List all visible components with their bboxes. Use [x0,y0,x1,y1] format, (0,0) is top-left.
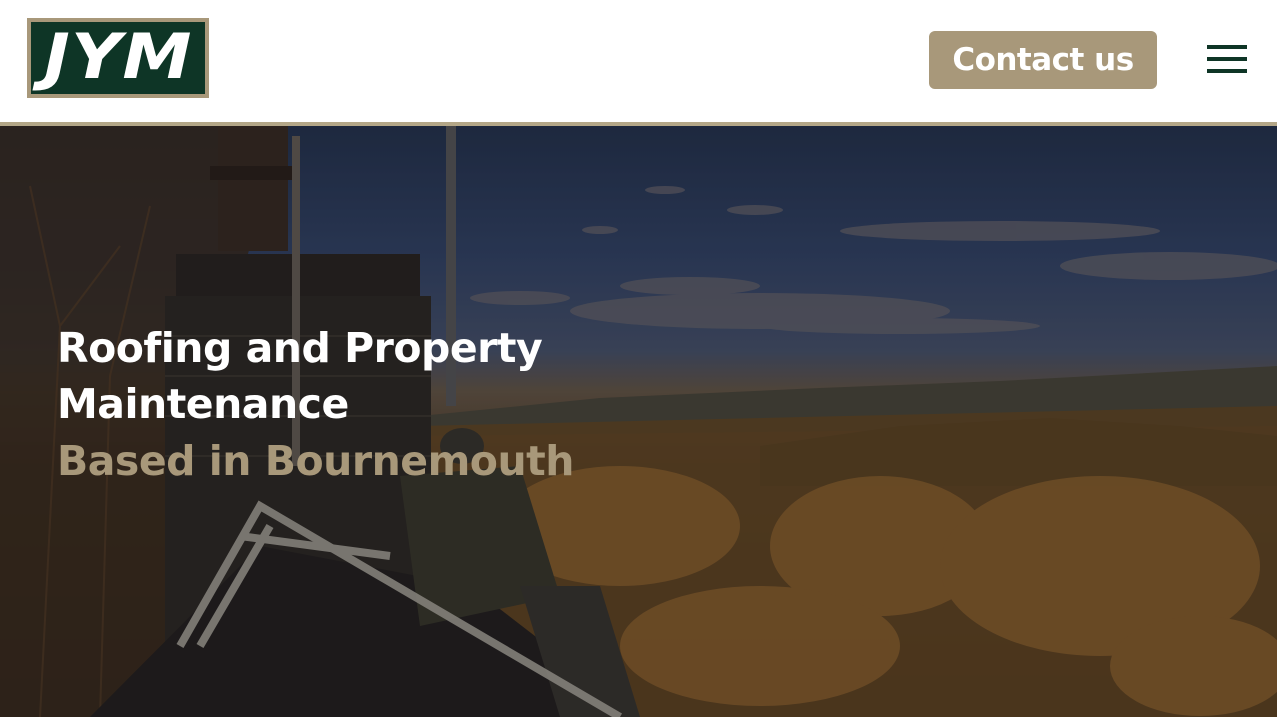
hero-title-line-1: Roofing and Property [57,324,543,372]
logo-text: JYM [43,20,193,93]
hero-title: Roofing and Property Maintenance [57,320,657,432]
site-header: JYM Contact us [0,0,1277,122]
menu-bar [1207,69,1247,73]
hero-banner: Roofing and Property Maintenance Based i… [0,126,1277,717]
menu-bar [1207,45,1247,49]
jym-logo[interactable]: JYM [27,18,209,98]
hero-title-line-2: Maintenance [57,380,349,428]
logo-badge: JYM [31,22,205,94]
contact-us-button[interactable]: Contact us [929,31,1157,89]
menu-bar [1207,57,1247,61]
hero-subtitle: Based in Bournemouth [57,437,574,485]
hamburger-menu-icon[interactable] [1204,43,1250,77]
